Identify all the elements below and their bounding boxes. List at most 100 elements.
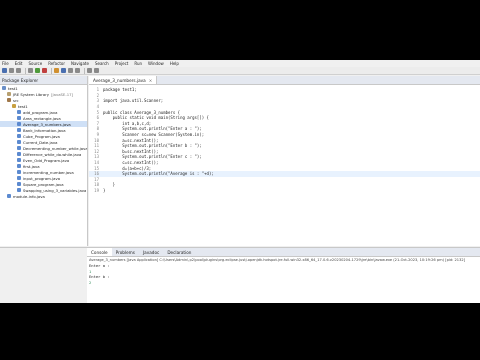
tree-item-label: Difference_while_do.while.java: [23, 151, 82, 157]
search-icon[interactable]: [75, 68, 80, 73]
new-icon[interactable]: [2, 68, 7, 73]
tree-item-label: Average_3_numbers.java: [23, 121, 71, 127]
line-text: b=sc.nextInt();: [103, 148, 159, 154]
forward-icon[interactable]: [94, 68, 99, 73]
save-all-icon[interactable]: [16, 68, 21, 73]
line-number: 5: [96, 109, 99, 115]
menu-bar: File Edit Source Refactor Navigate Searc…: [0, 60, 480, 67]
line-text: System.out.println("Enter c : ");: [103, 154, 202, 160]
line-number: 4: [96, 104, 99, 110]
line-text: c=sc.nextInt();: [103, 160, 159, 166]
package-icon: [12, 104, 16, 108]
menu-project[interactable]: Project: [115, 60, 129, 67]
tree-item-label: src: [13, 97, 19, 103]
debug-icon[interactable]: [28, 68, 33, 73]
line-text: System.out.println("Enter a : ");: [103, 126, 202, 132]
save-icon[interactable]: [9, 68, 14, 73]
package-tree: test1 JRE System Library [JavaSE-17] src tes…: [0, 85, 87, 199]
tree-item-label: first.java: [23, 163, 40, 169]
java-file-icon: [17, 188, 21, 192]
java-file-icon: [17, 158, 21, 162]
tree-item[interactable]: module-info.java: [0, 193, 87, 199]
java-file-icon: [17, 176, 21, 180]
new-java-project-icon[interactable]: [54, 68, 59, 73]
run-icon[interactable]: [35, 68, 40, 73]
menu-window[interactable]: Window: [148, 60, 164, 67]
tree-item-label: Square_program.java: [23, 181, 64, 187]
line-number: 18: [94, 182, 99, 188]
code-editor: Average_3_numbers.java × 1 package test1;…: [89, 76, 480, 246]
open-type-icon[interactable]: [68, 68, 73, 73]
line-text: System.out.println("Enter b : ");: [103, 143, 202, 149]
toolbar-separator: [51, 67, 52, 74]
console-tabs: Console Problems Javadoc Declaration: [87, 248, 480, 257]
java-file-icon: [17, 128, 21, 132]
code-area[interactable]: 1 package test1; 2 3 import java.util.Scanne…: [89, 85, 480, 193]
project-icon: [2, 86, 6, 90]
menu-file[interactable]: File: [2, 60, 9, 67]
line-text: public static void main(String args[]) {: [103, 115, 209, 121]
back-icon[interactable]: [87, 68, 92, 73]
tab-problems[interactable]: Problems: [112, 248, 139, 256]
menu-search[interactable]: Search: [95, 60, 109, 67]
line-number: 12: [94, 148, 99, 154]
tree-item-label: test1: [18, 103, 28, 109]
tree-item-label: Decrementing_number_while.java: [23, 145, 87, 151]
eclipse-window: File Edit Source Refactor Navigate Searc…: [0, 60, 480, 303]
line-text: }: [103, 182, 116, 188]
console-input-line: 2: [89, 279, 92, 285]
tab-console[interactable]: Console: [87, 248, 112, 256]
package-explorer: Package Explorer test1 JRE System Library…: [0, 76, 88, 246]
line-number: 7: [96, 120, 99, 126]
line-number: 9: [96, 132, 99, 138]
line-text: package test1;: [103, 87, 137, 93]
package-explorer-tab[interactable]: Package Explorer: [0, 76, 87, 85]
menu-refactor[interactable]: Refactor: [48, 60, 65, 67]
menu-navigate[interactable]: Navigate: [71, 60, 89, 67]
tree-item-label: Even_Odd_Program.java: [23, 157, 70, 163]
code-line[interactable]: 19}: [89, 188, 480, 194]
source-folder-icon: [7, 98, 11, 102]
tree-item-label: add_program.java: [23, 109, 58, 115]
menu-run[interactable]: Run: [134, 60, 142, 67]
tree-item-label: module-info.java: [13, 193, 45, 199]
tree-item-label: Swapping_using_3_variables.java: [23, 187, 87, 193]
close-icon[interactable]: ×: [149, 78, 153, 83]
tree-item-label: input_program.java: [23, 175, 61, 181]
console-view: Console Problems Javadoc Declaration Ave…: [87, 247, 480, 303]
editor-tab-average[interactable]: Average_3_numbers.java ×: [89, 76, 158, 84]
java-file-icon: [17, 164, 21, 168]
java-file-icon: [17, 146, 21, 150]
line-number: 17: [94, 176, 99, 182]
line-text: int a,b,c,d;: [103, 120, 152, 126]
tree-item-label: Current_Date.java: [23, 139, 58, 145]
tree-item-label: Cube_Program.java: [23, 133, 60, 139]
line-text: System.out.println("Average is : "+d);: [103, 171, 214, 177]
toolbar: [0, 67, 480, 75]
line-text: Scanner sc=new Scanner(System.in);: [103, 132, 205, 138]
menu-help[interactable]: Help: [170, 60, 179, 67]
java-file-icon: [17, 110, 21, 114]
line-number: 2: [96, 92, 99, 98]
line-number: 10: [94, 137, 99, 143]
console-output[interactable]: Enter a : 1 Enter b : 2: [87, 263, 480, 285]
coverage-icon[interactable]: [42, 68, 47, 73]
new-class-icon[interactable]: [61, 68, 66, 73]
java-file-icon: [17, 116, 21, 120]
line-number: 11: [94, 143, 99, 149]
tree-item-label: Area_rectangle.java: [23, 115, 61, 121]
menu-edit[interactable]: Edit: [15, 60, 23, 67]
line-number: 1: [96, 87, 99, 93]
tab-javadoc[interactable]: Javadoc: [139, 248, 163, 256]
line-text: }: [103, 187, 106, 193]
line-number: 15: [94, 165, 99, 171]
line-text: a=sc.nextInt();: [103, 137, 159, 143]
java-file-icon: [17, 170, 21, 174]
line-number: 16: [94, 171, 99, 177]
menu-source[interactable]: Source: [28, 60, 42, 67]
line-number: 6: [96, 115, 99, 121]
package-explorer-title: Package Explorer: [2, 77, 39, 83]
line-number: 19: [94, 187, 99, 193]
tab-declaration[interactable]: Declaration: [163, 248, 195, 256]
java-file-icon: [7, 194, 11, 198]
